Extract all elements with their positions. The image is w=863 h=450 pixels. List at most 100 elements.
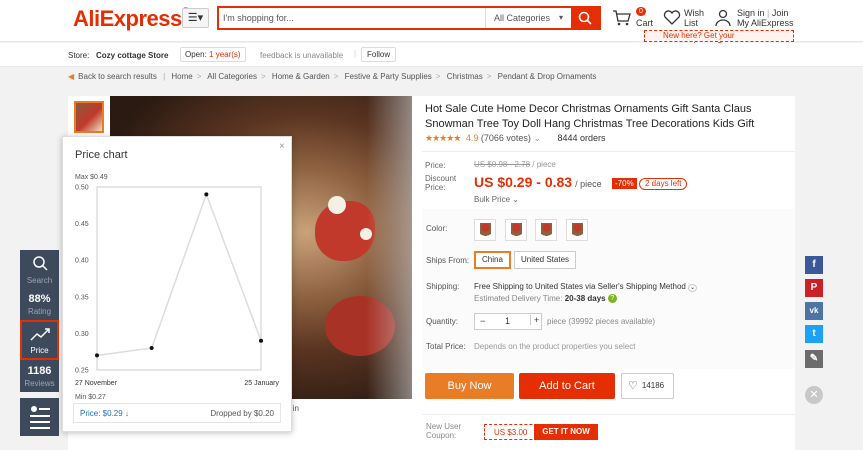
help-icon[interactable]: ? — [607, 294, 617, 304]
heart-icon[interactable] — [663, 10, 681, 26]
facebook-icon[interactable]: f — [805, 256, 823, 274]
breadcrumb-item[interactable]: Pendant & Drop Ornaments — [498, 72, 597, 81]
price-point — [204, 192, 209, 197]
price-drop: Dropped by $0.20 — [210, 409, 274, 418]
twitter-icon[interactable]: t — [805, 325, 823, 343]
wishlist-button[interactable]: ♡ 14186 — [621, 373, 674, 399]
chevron-down-icon[interactable]: ⌄ — [533, 133, 541, 143]
shipping-method[interactable]: Free Shipping to United States via Selle… — [474, 282, 698, 292]
store-open-badge: Open: 1 year(s) — [180, 47, 246, 62]
sidebar-menu[interactable] — [20, 398, 59, 436]
reviews-label: Reviews — [24, 379, 55, 388]
edit-icon[interactable]: ✎ — [805, 350, 823, 368]
price-summary: Price: $0.29 ↓ Dropped by $0.20 — [73, 403, 281, 423]
divider — [422, 414, 795, 415]
join-link[interactable]: Join — [772, 8, 789, 18]
sidebar-price[interactable]: Price — [20, 320, 59, 360]
price-label: Price — [30, 346, 49, 355]
y-tick-label: 0.40 — [75, 258, 89, 265]
store-bar: Store: Cozy cottage Store Open: 1 year(s… — [0, 43, 863, 67]
y-tick-label: 0.45 — [75, 221, 89, 228]
vk-icon[interactable]: vk — [805, 302, 823, 320]
rating-score: 4.9 — [465, 133, 479, 143]
buy-now-button[interactable]: Buy Now — [425, 373, 514, 399]
original-price: US $0.98 - 2.78 / piece — [474, 160, 556, 169]
discount-price: US $0.29 - 0.83/ piece — [474, 174, 602, 190]
pinterest-icon[interactable]: P — [805, 279, 823, 297]
search-button[interactable] — [571, 6, 601, 30]
rating-percent: 88% — [28, 293, 51, 305]
close-icon[interactable]: × — [279, 141, 285, 152]
reviews-count: 1186 — [27, 365, 52, 377]
quantity-stepper: − 1 + — [474, 313, 542, 330]
user-icon[interactable] — [715, 9, 731, 27]
color-swatch[interactable] — [566, 219, 588, 241]
star-rating-icon: ★★★★★ — [425, 133, 461, 143]
trend-chart-icon — [29, 328, 50, 341]
settings-menu-icon — [29, 406, 50, 429]
store-name[interactable]: Cozy cottage Store — [96, 51, 168, 60]
breadcrumb-item[interactable]: All Categories — [207, 72, 257, 81]
chevron-down-icon: ⌄ — [512, 195, 519, 204]
total-price-label: Total Price: — [426, 342, 466, 351]
color-swatch[interactable] — [505, 219, 527, 241]
x-tick-label: 27 November — [75, 380, 118, 387]
increase-button[interactable]: + — [530, 315, 539, 325]
quantity-label: Quantity: — [426, 317, 459, 326]
account-links: Sign in | Join My AliExpress — [737, 8, 794, 28]
rating-row: ★★★★★ 4.9 (7066 votes) ⌄ 8444 orders — [425, 133, 606, 144]
color-swatch[interactable] — [535, 219, 557, 241]
quantity-input[interactable]: 1 — [505, 316, 510, 326]
days-left-badge: 2 days left — [639, 178, 688, 190]
decrease-button[interactable]: − — [480, 316, 485, 326]
shipping-label: Shipping: — [426, 282, 460, 291]
store-label: Store: — [68, 51, 90, 60]
ships-from-united-states[interactable]: United States — [514, 251, 577, 269]
coupon-amount: US $3.00 — [494, 428, 528, 437]
sidebar-reviews[interactable]: 1186 Reviews — [20, 360, 59, 392]
quantity-available: piece (39992 pieces available) — [547, 317, 656, 326]
sign-in-link[interactable]: Sign in — [737, 8, 765, 18]
aliexpress-logo[interactable]: AliExpress® — [73, 6, 189, 32]
get-coupon-button[interactable]: GET IT NOW — [534, 424, 598, 440]
back-to-search-link[interactable]: Back to search results — [78, 72, 157, 81]
new-user-coupon-label: New User Coupon: — [426, 422, 462, 440]
new-user-coupon-banner[interactable]: New here? Get your coupons!$ — [644, 30, 794, 50]
breadcrumb-item[interactable]: Home — [171, 72, 192, 81]
max-price-label: Max $0.49 — [75, 174, 108, 181]
cart-label[interactable]: Cart — [636, 18, 653, 28]
ships-from-china[interactable]: China — [474, 251, 511, 269]
search-icon — [578, 11, 592, 25]
sidebar-rating[interactable]: 88% Rating — [20, 288, 59, 320]
delivery-time: Estimated Delivery Time: 20-38 days ? — [474, 294, 617, 304]
color-label: Color: — [426, 224, 448, 233]
bulk-price-dropdown[interactable]: Bulk Price ⌄ — [474, 195, 519, 204]
new-user-coupon: US $3.00 GET IT NOW — [484, 424, 598, 440]
cart-icon[interactable] — [612, 10, 632, 26]
add-to-cart-button[interactable]: Add to Cart — [519, 373, 615, 399]
price-line-chart: Max $0.49 Min $0.27 0.50 0.45 0.40 0.35 0.30 0.… — [75, 174, 279, 401]
price-point — [259, 338, 263, 343]
color-swatch[interactable] — [474, 219, 496, 241]
price-label: Price: — [425, 161, 446, 170]
product-thumbnail[interactable] — [74, 101, 104, 133]
close-icon[interactable]: ✕ — [805, 386, 823, 404]
breadcrumb-item[interactable]: Christmas — [447, 72, 483, 81]
sidebar-search[interactable]: Search — [20, 250, 59, 288]
divider — [422, 151, 795, 152]
breadcrumb: ◀ Back to search results | Home > All Cate… — [68, 72, 597, 81]
discount-price-label: Discount Price: — [425, 174, 457, 192]
breadcrumb-item[interactable]: Home & Garden — [272, 72, 330, 81]
breadcrumb-item[interactable]: Festive & Party Supplies — [345, 72, 432, 81]
store-feedback: feedback is unavailable — [260, 51, 344, 60]
orders-count: 8444 orders — [557, 133, 606, 143]
y-tick-label: 0.50 — [75, 185, 89, 192]
my-aliexpress-link[interactable]: My AliExpress — [737, 18, 794, 28]
search-category-select[interactable]: All Categories ▾ — [485, 8, 571, 28]
search-input[interactable] — [223, 11, 483, 25]
votes-link[interactable]: (7066 votes) — [481, 133, 531, 143]
price-point — [149, 346, 154, 351]
follow-button[interactable]: Follow — [361, 47, 397, 62]
wish-list-link[interactable]: Wish List — [684, 8, 704, 28]
category-menu-button[interactable]: ☰▾ — [182, 8, 209, 28]
